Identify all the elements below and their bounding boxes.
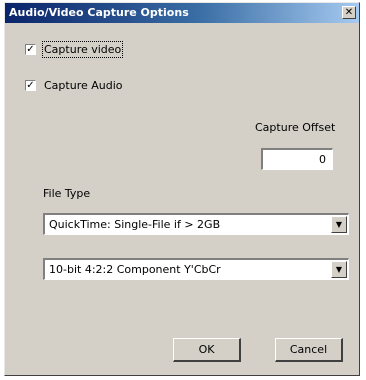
ok-button[interactable]: OK bbox=[173, 338, 241, 362]
close-icon: ✕ bbox=[344, 7, 354, 18]
file-type-label: File Type bbox=[43, 187, 91, 200]
cancel-button[interactable]: Cancel bbox=[275, 338, 343, 362]
file-format-dropdown[interactable]: QuickTime: Single-File if > 2GB ▼ bbox=[43, 213, 349, 235]
file-format-dropdown-button[interactable]: ▼ bbox=[331, 216, 347, 233]
capture-offset-input[interactable]: 0 bbox=[261, 148, 333, 170]
dialog-title: Audio/Video Capture Options bbox=[9, 6, 189, 19]
capture-video-checkbox[interactable]: ✓ bbox=[25, 43, 36, 55]
title-bar[interactable]: Audio/Video Capture Options ✕ bbox=[5, 3, 359, 23]
codec-dropdown[interactable]: 10-bit 4:2:2 Component Y'CbCr ▼ bbox=[43, 258, 349, 280]
checkmark-icon: ✓ bbox=[26, 43, 35, 55]
capture-audio-option[interactable]: ✓ Capture Audio bbox=[25, 77, 123, 93]
capture-offset-label: Capture Offset bbox=[255, 121, 336, 134]
chevron-down-icon: ▼ bbox=[335, 265, 343, 274]
capture-video-option[interactable]: ✓ Capture video bbox=[25, 40, 124, 58]
file-format-value: QuickTime: Single-File if > 2GB bbox=[49, 218, 221, 231]
capture-audio-checkbox[interactable]: ✓ bbox=[25, 79, 36, 91]
capture-video-label: Capture video bbox=[41, 40, 124, 58]
capture-audio-label: Capture Audio bbox=[44, 78, 123, 92]
capture-options-dialog: Audio/Video Capture Options ✕ ✓ Capture … bbox=[4, 2, 360, 376]
chevron-down-icon: ▼ bbox=[335, 220, 343, 229]
close-button[interactable]: ✕ bbox=[342, 6, 356, 19]
checkmark-icon: ✓ bbox=[26, 79, 35, 91]
codec-dropdown-button[interactable]: ▼ bbox=[331, 261, 347, 278]
codec-value: 10-bit 4:2:2 Component Y'CbCr bbox=[49, 263, 221, 276]
